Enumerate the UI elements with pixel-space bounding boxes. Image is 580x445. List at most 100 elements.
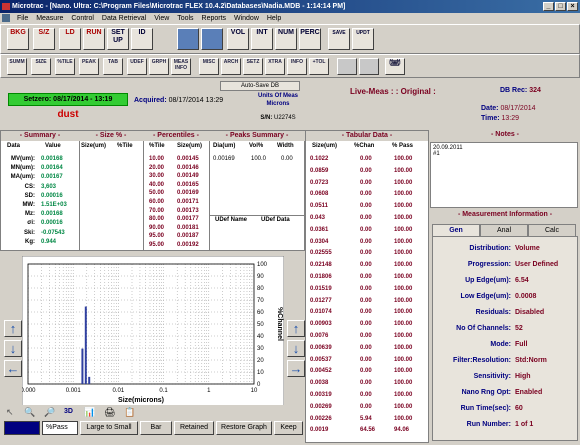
tab-calc[interactable]: Calc — [528, 224, 576, 236]
zoom-icon[interactable]: 🔍 — [24, 407, 38, 419]
minimize-button[interactable]: _ — [543, 2, 554, 11]
percentile-size: 0.00169 — [177, 190, 199, 197]
udef-view-button[interactable]: UDEF — [127, 58, 147, 75]
size-pct-title: - Size % - — [79, 131, 143, 141]
tabular-view-button[interactable]: TAB — [103, 58, 123, 75]
sz-button[interactable]: S/Z — [33, 28, 55, 50]
zoom-out-icon[interactable]: 🔎 — [44, 407, 58, 419]
int-button[interactable]: INT — [251, 28, 273, 50]
save-button[interactable]: SAVE — [328, 28, 350, 50]
tabular-size: 0.0361 — [310, 226, 329, 233]
info-view-button[interactable]: INFO — [287, 58, 307, 75]
ld-button[interactable]: LD — [59, 28, 81, 50]
system-menu-icon[interactable] — [2, 14, 10, 23]
copy-graph-icon[interactable]: 📋 — [124, 407, 138, 419]
tabular-chan: 0.00 — [360, 309, 372, 316]
menu-measure[interactable]: Measure — [33, 13, 66, 24]
menu-reports[interactable]: Reports — [199, 13, 230, 24]
pointer-icon[interactable]: ↖ — [6, 407, 20, 419]
autosave-indicator[interactable]: Auto-Save DB — [220, 81, 300, 91]
update-button[interactable]: UPDT — [352, 28, 374, 50]
size-view-button[interactable]: SIZE — [31, 58, 51, 75]
restore-graph-button[interactable]: Restore Graph — [216, 421, 272, 435]
scroll-left-button[interactable]: ← — [4, 360, 22, 377]
tabular-pass: 100.00 — [394, 368, 413, 375]
meas-info-view-button[interactable]: MEAS INFO — [171, 58, 191, 75]
extra-view-button[interactable]: XTRA — [265, 58, 285, 75]
menu-control[interactable]: Control — [68, 13, 97, 24]
num-button[interactable]: NUM — [275, 28, 297, 50]
perc-button[interactable]: PERC — [299, 28, 321, 50]
tabular-chan: 0.00 — [360, 274, 372, 280]
close-button[interactable]: × — [567, 2, 578, 11]
scroll-up-right-button[interactable]: ↑ — [287, 320, 305, 337]
chart-bar — [81, 348, 84, 384]
summary-value: 1.51E+03 — [41, 202, 67, 208]
tabular-size: 0.01519 — [310, 285, 332, 292]
percentile-view-button[interactable]: %TILE — [55, 58, 75, 75]
setz-view-button[interactable]: SETZ — [243, 58, 263, 75]
pass-select[interactable]: %Pass — [42, 421, 78, 435]
retained-button[interactable]: Retained — [174, 421, 214, 435]
bkg-button[interactable]: BKG — [7, 28, 29, 50]
serial-label: S/N: — [260, 115, 273, 121]
archive-view-button[interactable]: ARCH — [221, 58, 241, 75]
tabular-chan: 0.00 — [360, 156, 372, 162]
3d-toggle[interactable]: 3D — [64, 408, 78, 420]
graph-view-button[interactable]: GRPH — [149, 58, 169, 75]
tabular-chan: 0.00 — [360, 368, 372, 375]
percentile-tile: 20.00 — [149, 164, 165, 171]
peak-view-button[interactable]: PEAK — [79, 58, 99, 75]
tabular-size: 0.00269 — [310, 403, 332, 410]
run-button[interactable]: RUN — [83, 28, 105, 50]
chart-y-tick: 100 — [257, 262, 268, 268]
grid-icon[interactable] — [201, 28, 223, 50]
meas-info-label: Nano Rng Opt: — [461, 389, 511, 396]
setup-button[interactable]: SET UP — [107, 28, 129, 50]
tabular-chan: 0.00 — [360, 356, 372, 363]
print-icon[interactable]: 🖨 — [385, 58, 405, 75]
vol-button[interactable]: VOL — [227, 28, 249, 50]
id-button[interactable]: ID — [131, 28, 153, 50]
menu-window[interactable]: Window — [231, 13, 262, 24]
keep-button[interactable]: Keep — [274, 421, 303, 435]
menu-help[interactable]: Help — [264, 13, 284, 24]
udef-header-data: UDef Data — [261, 217, 290, 223]
bar-button[interactable]: Bar — [140, 421, 172, 435]
view-toolbar: SUMM SIZE %TILE PEAK TAB UDEF GRPH MEAS … — [0, 54, 580, 78]
tolerance-view-button[interactable]: +TOL — [309, 58, 329, 75]
scroll-right-button[interactable]: → — [287, 360, 305, 377]
peak-width: 0.00 — [281, 156, 293, 162]
meas-info-label: Low Edge(um): — [460, 293, 511, 300]
meas-info-value: Enabled — [515, 389, 543, 396]
tabular-chan: 0.00 — [360, 403, 372, 410]
tab-gen[interactable]: Gen — [432, 224, 480, 236]
summary-label: MA(um): — [10, 174, 35, 181]
distribution-chart[interactable]: 01020304050607080901000.000 0.001 0.01 0.1 1… — [22, 256, 284, 406]
udef-divider — [209, 215, 305, 216]
calculator-icon[interactable] — [177, 28, 199, 50]
percentile-size: 0.00192 — [177, 242, 199, 248]
menu-tools[interactable]: Tools — [174, 13, 196, 24]
tab-anal[interactable]: Anal — [480, 224, 528, 236]
peak-header-width: Width — [277, 143, 294, 149]
menu-view[interactable]: View — [151, 13, 172, 24]
menu-file[interactable]: File — [14, 13, 31, 24]
misc-view-button[interactable]: MISC — [199, 58, 219, 75]
large-to-small-button[interactable]: Large to Small — [80, 421, 138, 435]
meas-info-value: Disabled — [515, 309, 545, 316]
chart-type-icon[interactable]: 📊 — [84, 407, 98, 419]
maximize-button[interactable]: □ — [555, 2, 566, 11]
menu-data-retrieval[interactable]: Data Retrieval — [99, 13, 149, 24]
peaks-title: - Peaks Summary - — [209, 131, 305, 141]
tabular-size: 0.0304 — [310, 238, 329, 245]
scroll-up-left-button[interactable]: ↑ — [4, 320, 22, 337]
scroll-down-left-button[interactable]: ↓ — [4, 340, 22, 357]
tabular-size: 0.00452 — [310, 368, 332, 375]
pass-color-swatch[interactable] — [4, 421, 40, 435]
notes-textarea[interactable]: 20.09.2011 #1 — [430, 142, 578, 208]
scroll-down-right-button[interactable]: ↓ — [287, 340, 305, 357]
meas-info-label: Mode: — [490, 341, 511, 348]
print-graph-icon[interactable]: 🖨 — [104, 407, 118, 419]
summary-view-button[interactable]: SUMM — [7, 58, 27, 75]
